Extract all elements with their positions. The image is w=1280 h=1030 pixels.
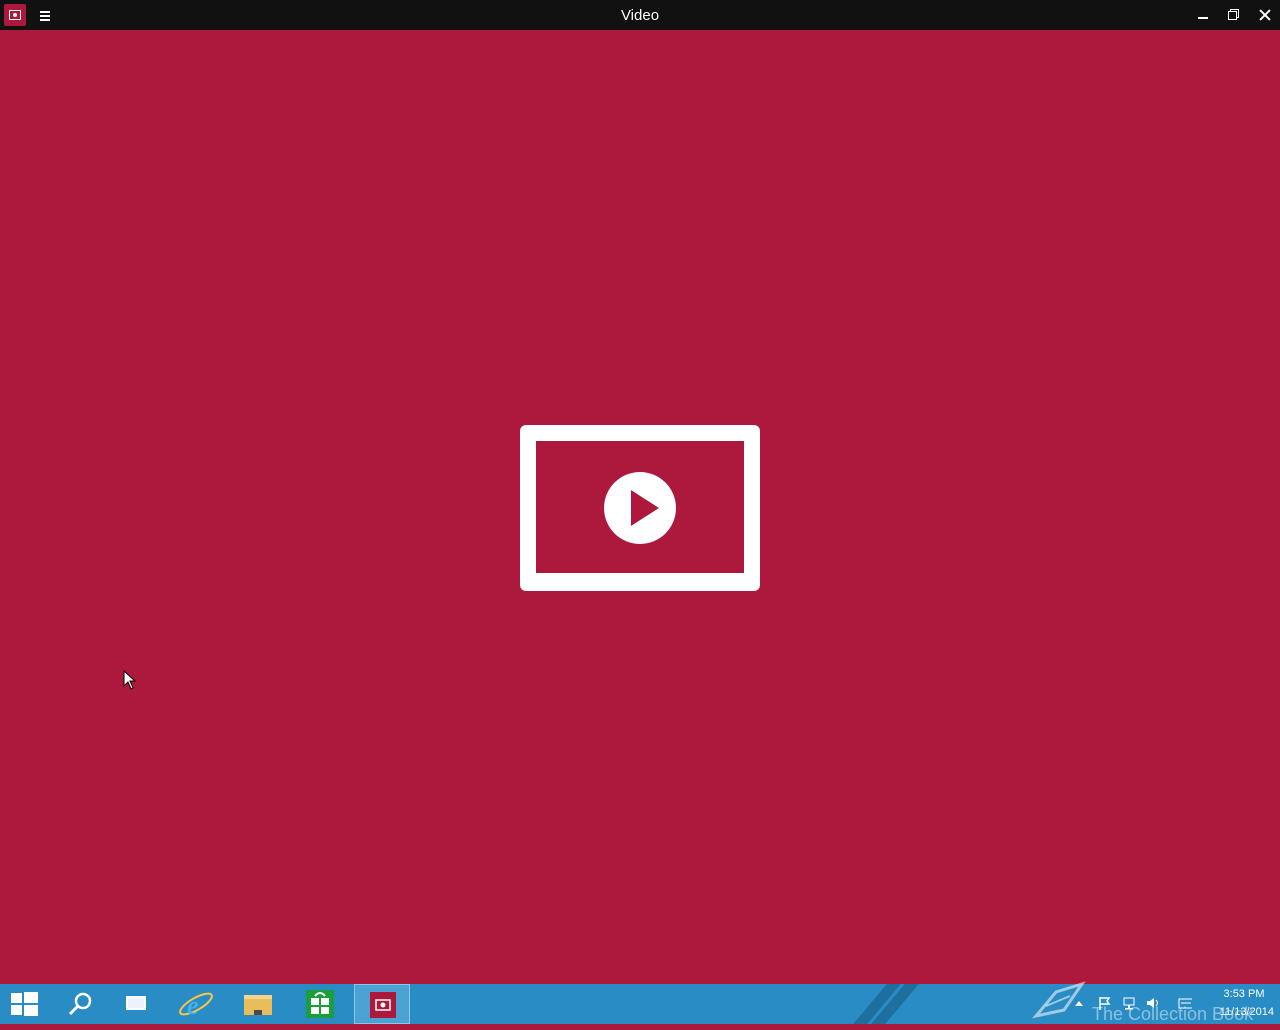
- clock-date[interactable]: 11/13/2014: [1204, 1006, 1274, 1018]
- file-explorer-button[interactable]: [230, 984, 286, 1024]
- search-icon: [68, 992, 92, 1016]
- store-button[interactable]: [292, 984, 348, 1024]
- title-bar: Video: [0, 0, 1280, 30]
- minimize-icon: [1198, 17, 1208, 19]
- video-play-icon: [520, 425, 760, 591]
- task-view-icon: [126, 996, 146, 1010]
- start-button[interactable]: [0, 984, 56, 1024]
- keyboard-icon[interactable]: [1178, 996, 1192, 1010]
- task-view-button[interactable]: [108, 984, 164, 1024]
- internet-explorer-icon: e: [179, 991, 213, 1020]
- internet-explorer-button[interactable]: e: [168, 984, 224, 1024]
- volume-icon[interactable]: [1146, 996, 1160, 1010]
- video-taskbar-button[interactable]: [354, 984, 410, 1024]
- svg-text:e: e: [187, 991, 199, 1020]
- window-title: Video: [620, 7, 660, 24]
- clock-time[interactable]: 3:53 PM: [1214, 988, 1274, 1000]
- action-center-flag-icon[interactable]: [1098, 996, 1112, 1010]
- close-button[interactable]: [1250, 0, 1280, 30]
- video-app-icon: [370, 992, 396, 1018]
- windows-logo-icon: [11, 992, 38, 1016]
- mouse-cursor-icon: [123, 670, 137, 690]
- show-hidden-icons-icon[interactable]: [1074, 996, 1088, 1010]
- restore-button[interactable]: [1219, 0, 1249, 30]
- network-icon[interactable]: [1122, 996, 1136, 1010]
- folder-icon: [244, 995, 272, 1015]
- search-button[interactable]: [52, 984, 108, 1024]
- store-icon: [306, 990, 334, 1018]
- minimize-button[interactable]: [1188, 0, 1218, 30]
